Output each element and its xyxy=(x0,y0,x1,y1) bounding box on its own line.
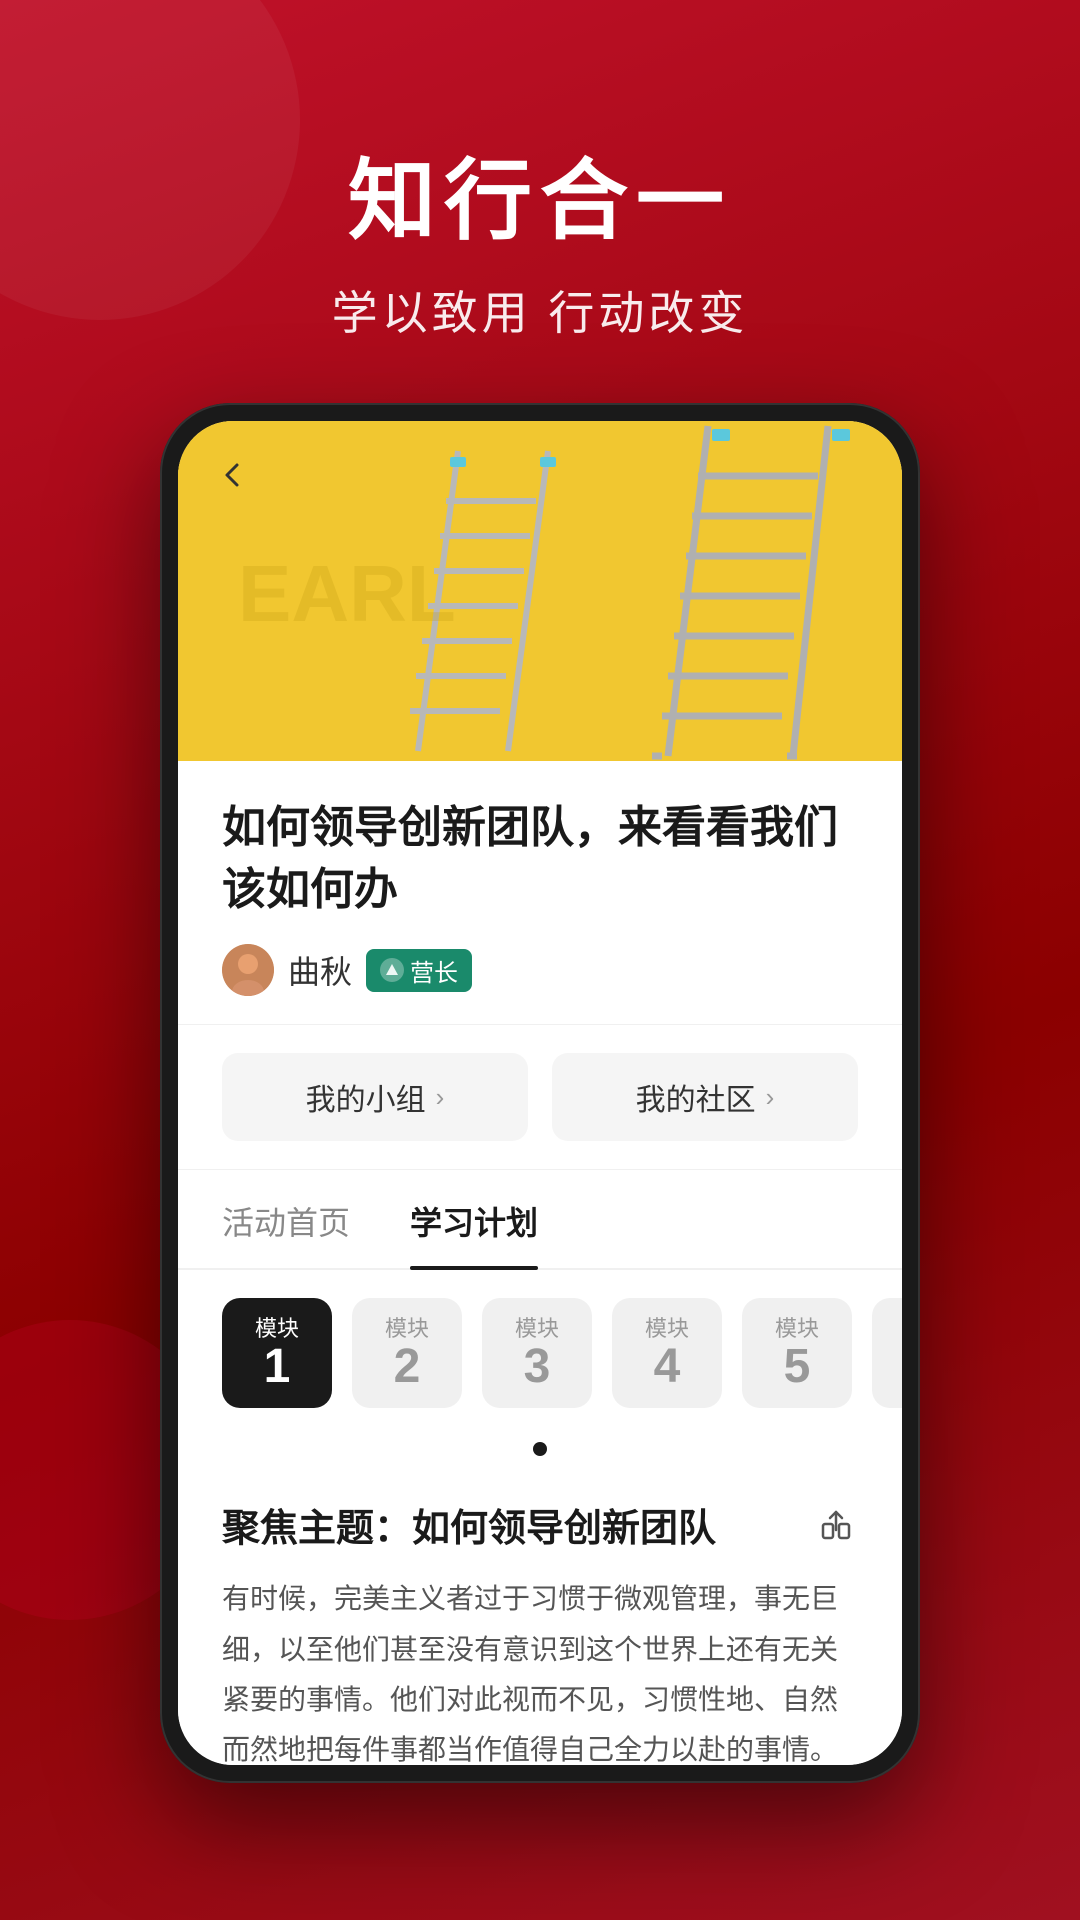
module-item-2[interactable]: 模块 2 xyxy=(352,1298,462,1408)
author-row: 曲秋 营长 xyxy=(222,944,858,996)
section-body: 有时候，完美主义者过于习惯于微观管理，事无巨细，以至他们甚至没有意识到这个世界上… xyxy=(222,1574,858,1765)
badge-label: 营长 xyxy=(410,953,458,988)
tab-activity-home[interactable]: 活动首页 xyxy=(222,1170,350,1268)
module-item-5[interactable]: 模块 5 xyxy=(742,1298,852,1408)
my-community-arrow: › xyxy=(766,1082,775,1113)
phone-mockup: EARL 如何领导创新团队，来看看我们该如何办 xyxy=(160,403,920,1783)
module-selector: 模块 1 模块 2 模块 3 模块 4 xyxy=(178,1270,902,1461)
tabs: 活动首页 学习计划 xyxy=(178,1170,902,1270)
author-name: 曲秋 xyxy=(288,947,352,993)
hero-subtitle: 学以致用 行动改变 xyxy=(0,277,1080,343)
article-info: 如何领导创新团队，来看看我们该如何办 曲秋 xyxy=(178,761,902,1025)
my-group-arrow: › xyxy=(436,1082,445,1113)
hero-title: 知行合一 xyxy=(0,130,1080,257)
module-item-3[interactable]: 模块 3 xyxy=(482,1298,592,1408)
phone-wrapper: EARL 如何领导创新团队，来看看我们该如何办 xyxy=(0,403,1080,1783)
content-area: 如何领导创新团队，来看看我们该如何办 曲秋 xyxy=(178,761,902,1765)
my-community-button[interactable]: 我的社区 › xyxy=(552,1053,858,1141)
module-row: 模块 1 模块 2 模块 3 模块 4 xyxy=(222,1298,858,1432)
section-title: 聚焦主题：如何领导创新团队 xyxy=(222,1497,716,1552)
module-indicator xyxy=(222,1432,858,1461)
tab-study-plan[interactable]: 学习计划 xyxy=(410,1170,538,1268)
active-dot xyxy=(533,1442,547,1456)
article-image: EARL xyxy=(178,421,902,761)
share-button[interactable] xyxy=(814,1503,858,1547)
badge-icon xyxy=(380,958,404,982)
article-image-svg: EARL xyxy=(178,421,902,761)
phone-screen: EARL 如何领导创新团队，来看看我们该如何办 xyxy=(178,421,902,1765)
my-group-button[interactable]: 我的小组 › xyxy=(222,1053,528,1141)
svg-text:EARL: EARL xyxy=(238,549,456,638)
rank-badge: 营长 xyxy=(366,949,472,992)
section-header: 聚焦主题：如何领导创新团队 xyxy=(222,1497,858,1552)
back-button[interactable] xyxy=(206,449,258,501)
author-avatar xyxy=(222,944,274,996)
module-item-1[interactable]: 模块 1 xyxy=(222,1298,332,1408)
module-item-ending[interactable]: 结营 xyxy=(872,1298,902,1408)
module-item-4[interactable]: 模块 4 xyxy=(612,1298,722,1408)
article-title: 如何领导创新团队，来看看我们该如何办 xyxy=(222,797,858,920)
nav-buttons: 我的小组 › 我的社区 › xyxy=(178,1025,902,1170)
hero-section: 知行合一 学以致用 行动改变 xyxy=(0,0,1080,403)
section-content: 聚焦主题：如何领导创新团队 有时候，完美主义者过于习惯于微观管理，事无巨细，以至… xyxy=(178,1461,902,1765)
